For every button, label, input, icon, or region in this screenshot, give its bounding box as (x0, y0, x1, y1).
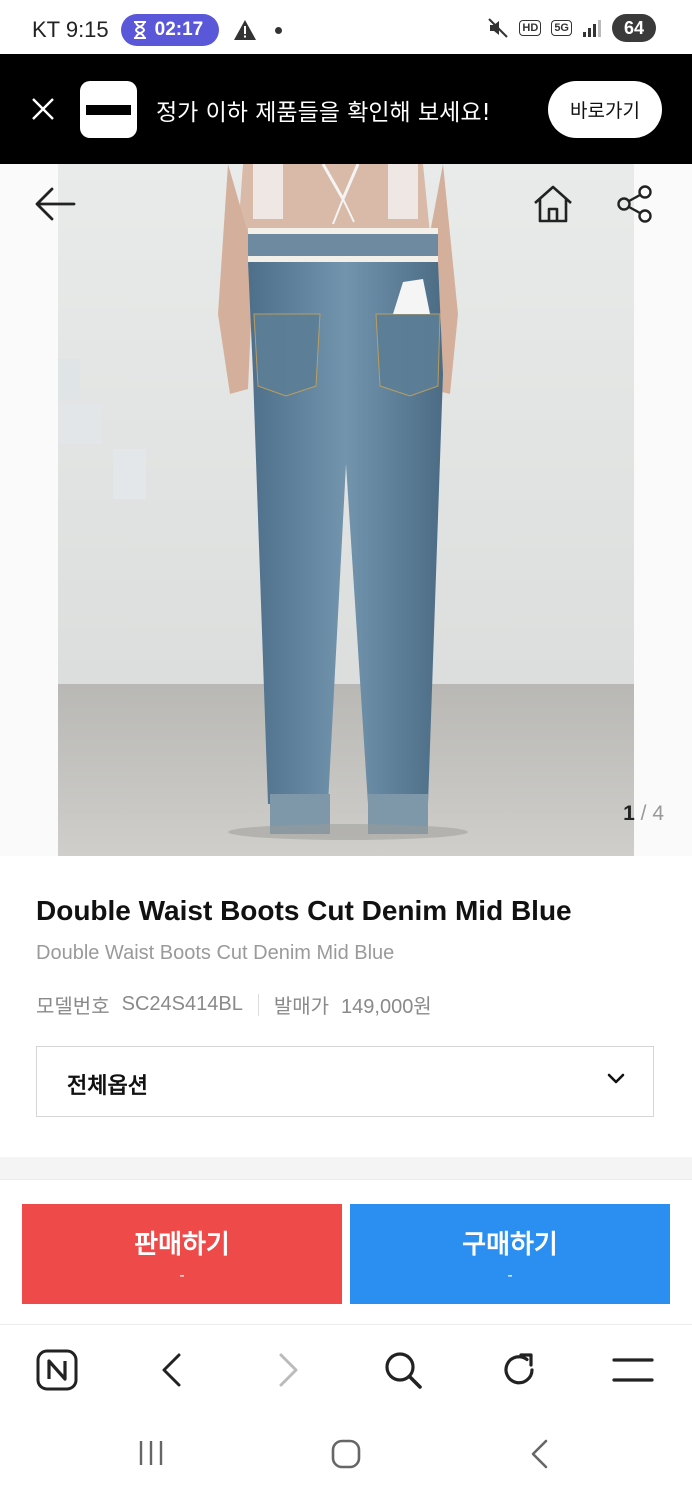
page-current: 1 (623, 802, 635, 825)
model-number-label: 모델번호 (36, 996, 110, 1018)
product-subtitle: Double Waist Boots Cut Denim Mid Blue (36, 942, 395, 964)
release-price-value: 149,000원 (341, 996, 432, 1018)
system-navigation-bar (0, 1414, 692, 1500)
browser-forward-icon[interactable] (266, 1347, 312, 1393)
product-photo (58, 164, 634, 856)
promo-text: 정가 이하 제품들을 확인해 보세요! (156, 100, 491, 126)
image-page-indicator: 1 / 4 (623, 802, 664, 826)
page-separator: / (640, 802, 647, 825)
promo-banner: 정가 이하 제품들을 확인해 보세요! 바로가기 (0, 54, 692, 164)
timer-text: 02:17 (154, 19, 204, 40)
home-button-icon[interactable] (330, 1438, 362, 1470)
refresh-icon[interactable] (496, 1347, 542, 1393)
buy-button-label: 구매하기 (462, 1228, 558, 1259)
status-bar: KT 9:15 02:17 HD 5G 64 (0, 0, 692, 54)
chevron-down-icon (607, 1073, 625, 1084)
warning-icon (234, 20, 257, 40)
naver-home-icon[interactable] (34, 1347, 80, 1393)
browser-back-icon[interactable] (148, 1347, 194, 1393)
release-price-label: 발매가 (273, 996, 330, 1018)
browser-toolbar (0, 1324, 692, 1415)
signal-icon (583, 20, 601, 37)
hourglass-icon (133, 21, 146, 39)
meta-divider (257, 993, 259, 1016)
section-divider (0, 1157, 692, 1179)
mute-icon (488, 18, 509, 38)
option-dropdown[interactable]: 전체옵션 (36, 1046, 654, 1117)
back-arrow-icon[interactable] (34, 186, 76, 222)
share-icon[interactable] (616, 184, 654, 224)
notification-dot-icon (275, 26, 283, 34)
hd-badge: HD (519, 20, 542, 36)
timer-pill: 02:17 (120, 14, 220, 46)
5g-badge: 5G (551, 20, 572, 36)
search-icon[interactable] (380, 1347, 426, 1393)
trade-action-bar: 판매하기 - 구매하기 - (0, 1179, 692, 1325)
product-title: Double Waist Boots Cut Denim Mid Blue (36, 895, 572, 926)
model-number-value: SC24S414BL (121, 993, 243, 1015)
buy-button[interactable]: 구매하기 - (350, 1204, 670, 1304)
system-back-icon[interactable] (528, 1438, 550, 1470)
menu-icon[interactable] (610, 1347, 656, 1393)
product-meta: 모델번호 SC24S414BL 발매가 149,000원 (36, 990, 432, 1019)
carrier-time: KT 9:15 (32, 17, 109, 42)
battery-indicator: 64 (612, 14, 656, 42)
close-icon[interactable] (30, 96, 56, 122)
option-dropdown-label: 전체옵션 (67, 1074, 148, 1099)
buy-button-price: - (507, 1266, 513, 1284)
app-logo (80, 81, 137, 138)
sell-button[interactable]: 판매하기 - (22, 1204, 342, 1304)
product-image-gallery[interactable]: 1 / 4 (0, 164, 692, 856)
sell-button-price: - (179, 1266, 185, 1284)
go-now-button[interactable]: 바로가기 (548, 81, 662, 138)
home-icon[interactable] (532, 184, 574, 224)
sell-button-label: 판매하기 (134, 1228, 230, 1259)
page-total: 4 (652, 802, 664, 825)
recent-apps-icon[interactable] (136, 1438, 166, 1468)
